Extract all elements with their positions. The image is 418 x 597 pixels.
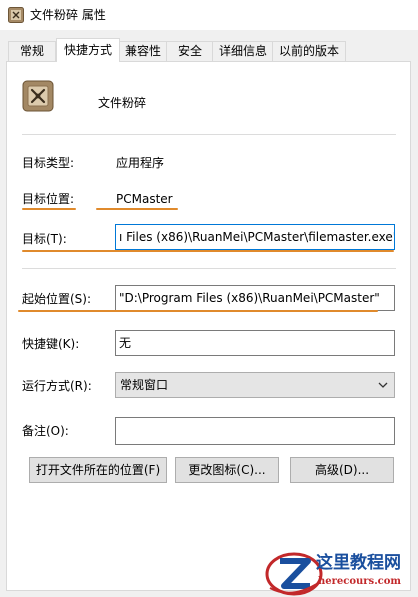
tab-details[interactable]: 详细信息 xyxy=(212,41,274,61)
target-type-label: 目标类型: xyxy=(22,156,75,170)
highlight-underline xyxy=(96,208,178,210)
tab-previous-versions[interactable]: 以前的版本 xyxy=(272,41,346,61)
tab-general[interactable]: 常规 xyxy=(8,41,56,61)
change-icon-button[interactable]: 更改图标(C)... xyxy=(175,457,279,483)
tab-shortcut[interactable]: 快捷方式 xyxy=(56,38,120,62)
shortcut-name: 文件粉碎 xyxy=(98,96,147,110)
shredder-shortcut-icon xyxy=(22,80,54,112)
comment-label: 备注(O): xyxy=(22,424,69,438)
chevron-down-icon xyxy=(378,382,388,388)
open-file-location-button[interactable]: 打开文件所在的位置(F) xyxy=(29,457,167,483)
highlight-underline xyxy=(22,208,76,210)
shredder-app-icon xyxy=(8,7,24,23)
hotkey-label: 快捷键(K): xyxy=(22,337,80,351)
comment-input[interactable] xyxy=(115,417,395,445)
advanced-button[interactable]: 高级(D)... xyxy=(290,457,394,483)
divider xyxy=(22,268,396,269)
run-select[interactable]: 常规窗口 xyxy=(115,372,395,398)
tab-strip: 常规 快捷方式 兼容性 安全 详细信息 以前的版本 xyxy=(0,38,418,62)
tab-security[interactable]: 安全 xyxy=(166,41,214,61)
start-in-label: 起始位置(S): xyxy=(22,292,92,306)
window-title: 文件粉碎 属性 xyxy=(30,8,106,22)
target-type-value: 应用程序 xyxy=(116,156,165,170)
start-in-input[interactable]: "D:\Program Files (x86)\RuanMei\PCMaster… xyxy=(115,285,395,311)
target-location-value: PCMaster xyxy=(116,192,173,206)
target-location-label: 目标位置: xyxy=(22,192,75,206)
divider xyxy=(22,134,396,135)
run-label: 运行方式(R): xyxy=(22,379,92,393)
hotkey-input[interactable]: 无 xyxy=(115,330,395,356)
target-label: 目标(T): xyxy=(22,232,67,246)
watermark-title: 这里教程网 xyxy=(316,553,401,573)
run-select-value: 常规窗口 xyxy=(120,378,169,392)
target-input[interactable]: ı Files (x86)\RuanMei\PCMaster\filemaste… xyxy=(115,224,395,250)
tab-compatibility[interactable]: 兼容性 xyxy=(118,41,168,61)
highlight-underline xyxy=(22,250,394,252)
title-bar: 文件粉碎 属性 xyxy=(0,0,418,30)
shortcut-panel xyxy=(6,61,411,591)
highlight-underline xyxy=(18,310,378,312)
watermark-url: herecours.com xyxy=(318,576,402,587)
